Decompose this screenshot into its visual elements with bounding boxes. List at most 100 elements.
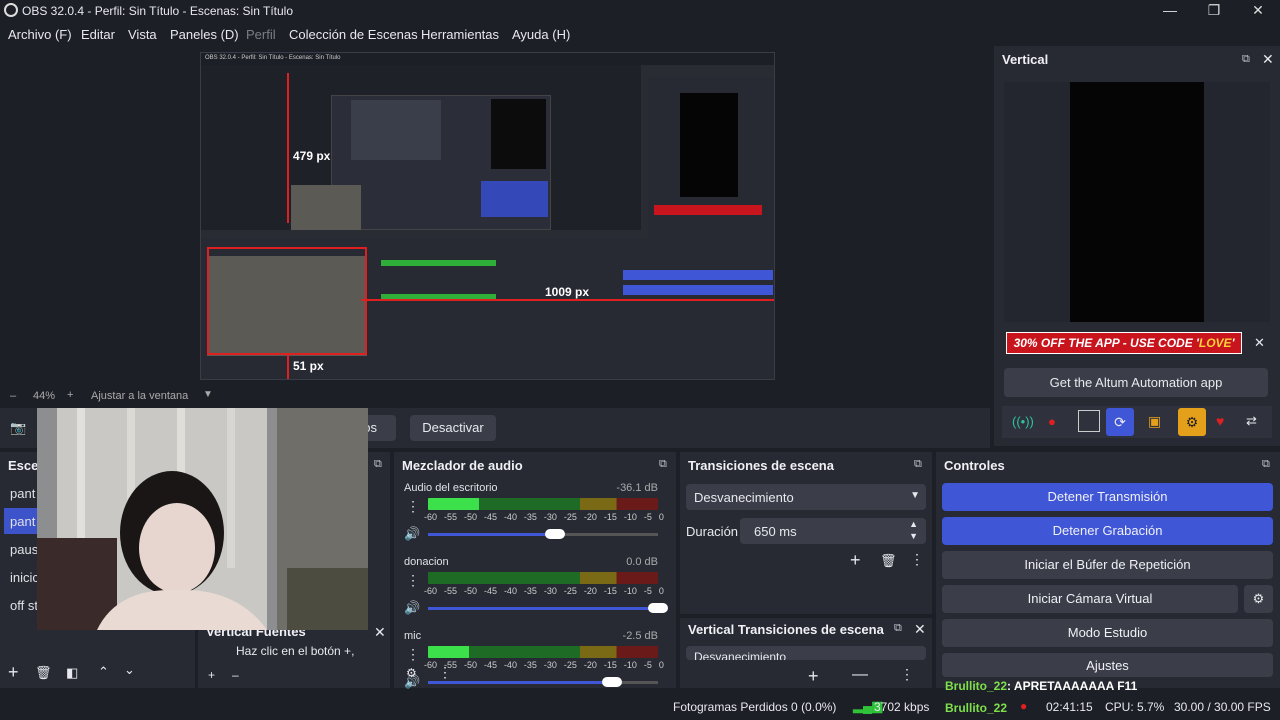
- gear-icon[interactable]: ⚙: [1178, 408, 1206, 436]
- volume-slider-handle[interactable]: [602, 677, 622, 687]
- close-icon[interactable]: ✕: [914, 621, 926, 638]
- minimize-button[interactable]: —: [1148, 0, 1192, 22]
- menu-archivo[interactable]: Archivo (F): [8, 27, 72, 42]
- fit-window-label[interactable]: Ajustar a la ventana: [91, 390, 188, 402]
- menu-paneles[interactable]: Paneles (D): [170, 27, 239, 42]
- zoom-in-button[interactable]: +: [67, 389, 73, 401]
- close-button[interactable]: ✕: [1236, 0, 1280, 22]
- stop-stream-button[interactable]: Detener Transmisión: [942, 483, 1273, 511]
- more-icon[interactable]: ⋮: [910, 551, 924, 568]
- stop-recording-button[interactable]: Detener Grabación: [942, 517, 1273, 545]
- studio-mode-button[interactable]: Modo Estudio: [942, 619, 1273, 647]
- webcam-image: [37, 408, 368, 630]
- speaker-icon[interactable]: 🔊: [404, 600, 420, 616]
- add-scene-icon[interactable]: +: [8, 662, 19, 683]
- menu-perfil[interactable]: Perfil: [246, 27, 276, 42]
- camera-icon[interactable]: 📷: [10, 420, 26, 436]
- menu-vista[interactable]: Vista: [128, 27, 157, 42]
- promo-banner[interactable]: 30% OFF THE APP - USE CODE 'LOVE': [1006, 332, 1242, 354]
- vertical-toolbar: ((•)) ● ⟳ ▣ ⚙ ♥ ⇄: [1002, 406, 1272, 438]
- maximize-button[interactable]: ❐: [1192, 0, 1236, 22]
- chevron-down-icon[interactable]: ▼: [203, 389, 213, 400]
- scale-tick: -15: [603, 586, 617, 596]
- transition-select[interactable]: Desvanecimiento ▼: [686, 484, 926, 510]
- more-icon[interactable]: ⋮: [438, 664, 452, 681]
- preview-canvas[interactable]: OBS 32.0.4 - Perfil: Sin Título - Escena…: [200, 52, 775, 380]
- more-icon[interactable]: ⋮: [406, 498, 420, 515]
- more-icon[interactable]: ⋮: [406, 572, 420, 589]
- volume-slider-handle[interactable]: [648, 603, 668, 613]
- replay-buffer-button[interactable]: Iniciar el Búfer de Repetición: [942, 551, 1273, 579]
- heart-icon[interactable]: ♥: [1216, 413, 1224, 429]
- filter-icon[interactable]: ◧: [66, 665, 78, 681]
- undock-icon[interactable]: ⧉: [659, 458, 667, 471]
- selection-box[interactable]: [207, 247, 367, 355]
- scale-tick: -50: [463, 512, 477, 522]
- stepper-icon[interactable]: ▲ ▼: [909, 518, 918, 542]
- zoom-out-button[interactable]: –: [10, 390, 16, 402]
- add-source-icon[interactable]: +: [208, 668, 215, 682]
- gear-icon[interactable]: ⚙: [406, 666, 417, 680]
- trash-icon[interactable]: 🗑: [880, 553, 897, 569]
- channel-db: -2.5 dB: [622, 630, 658, 642]
- menu-herramientas[interactable]: Herramientas: [421, 27, 499, 42]
- scale-tick: -40: [503, 512, 517, 522]
- camera-icon[interactable]: ▣: [1148, 413, 1161, 430]
- vertical-preview[interactable]: [1004, 82, 1270, 322]
- chevron-up-icon[interactable]: ⌃: [98, 664, 109, 680]
- duration-input[interactable]: 650 ms ▲ ▼: [740, 518, 926, 544]
- settings-button[interactable]: Ajustes: [942, 653, 1273, 677]
- undock-icon[interactable]: ⧉: [1242, 53, 1250, 66]
- menu-ayuda[interactable]: Ayuda (H): [512, 27, 570, 42]
- deactivate-button[interactable]: Desactivar: [410, 415, 496, 441]
- rec-time: 02:41:15: [1046, 700, 1093, 714]
- volume-slider[interactable]: [428, 603, 668, 613]
- scale-tick: -30: [543, 512, 557, 522]
- record-icon[interactable]: ●: [1048, 414, 1056, 429]
- trash-icon[interactable]: 🗑: [35, 665, 52, 681]
- audio-mixer-dock: Mezclador de audio ⧉ Audio del escritori…: [394, 452, 676, 689]
- refresh-icon[interactable]: ⟳: [1106, 408, 1134, 436]
- undock-icon[interactable]: ⧉: [914, 458, 922, 471]
- volume-slider[interactable]: [428, 529, 658, 539]
- nested-title: OBS 32.0.4 - Perfil: Sin Título - Escena…: [201, 53, 774, 65]
- altum-app-button[interactable]: Get the Altum Automation app: [1004, 368, 1268, 397]
- stop-icon[interactable]: [1078, 410, 1100, 432]
- close-promo-icon[interactable]: ✕: [1254, 335, 1265, 351]
- add-transition-icon[interactable]: +: [850, 550, 861, 571]
- remove-source-icon[interactable]: –: [232, 668, 239, 682]
- undock-icon[interactable]: ⧉: [894, 622, 902, 635]
- stream-icon[interactable]: ((•)): [1012, 414, 1034, 429]
- scale-tick: -20: [583, 512, 597, 522]
- level-meter-fill: [428, 498, 479, 510]
- transition-selected: Desvanecimiento: [694, 490, 794, 505]
- close-icon[interactable]: ✕: [374, 624, 386, 641]
- virtual-camera-gear-icon[interactable]: ⚙: [1244, 585, 1273, 613]
- virtual-camera-button[interactable]: Iniciar Cámara Virtual: [942, 585, 1238, 613]
- preview-area[interactable]: OBS 32.0.4 - Perfil: Sin Título - Escena…: [0, 46, 990, 386]
- scale-tick: -25: [563, 660, 577, 670]
- menu-coleccion-escenas[interactable]: Colección de Escenas: [289, 27, 418, 42]
- chat-user: Brullito_22: [945, 679, 1008, 693]
- volume-slider-handle[interactable]: [544, 529, 565, 539]
- obs-logo-icon: [4, 3, 18, 17]
- scale-tick: -5: [643, 586, 652, 596]
- level-meter: [428, 498, 658, 510]
- undock-icon[interactable]: ⧉: [374, 458, 382, 471]
- add-transition-icon[interactable]: +: [808, 666, 819, 687]
- scale-tick: -10: [623, 660, 637, 670]
- swap-icon[interactable]: ⇄: [1246, 413, 1257, 429]
- undock-icon[interactable]: ⧉: [1262, 458, 1270, 471]
- more-icon[interactable]: ⋮: [406, 646, 420, 663]
- chevron-down-icon[interactable]: ⌄: [124, 662, 135, 678]
- remove-transition-icon[interactable]: —: [852, 666, 868, 684]
- speaker-icon[interactable]: 🔊: [404, 526, 420, 542]
- scale-tick: -40: [503, 586, 517, 596]
- more-icon[interactable]: ⋮: [900, 666, 914, 683]
- scale-tick: -15: [603, 660, 617, 670]
- menu-editar[interactable]: Editar: [81, 27, 115, 42]
- close-icon[interactable]: ✕: [1262, 51, 1274, 68]
- volume-slider[interactable]: [428, 677, 658, 687]
- vertical-transition-select[interactable]: Desvanecimiento: [686, 646, 926, 660]
- bitrate: 3702 kbps: [874, 700, 930, 714]
